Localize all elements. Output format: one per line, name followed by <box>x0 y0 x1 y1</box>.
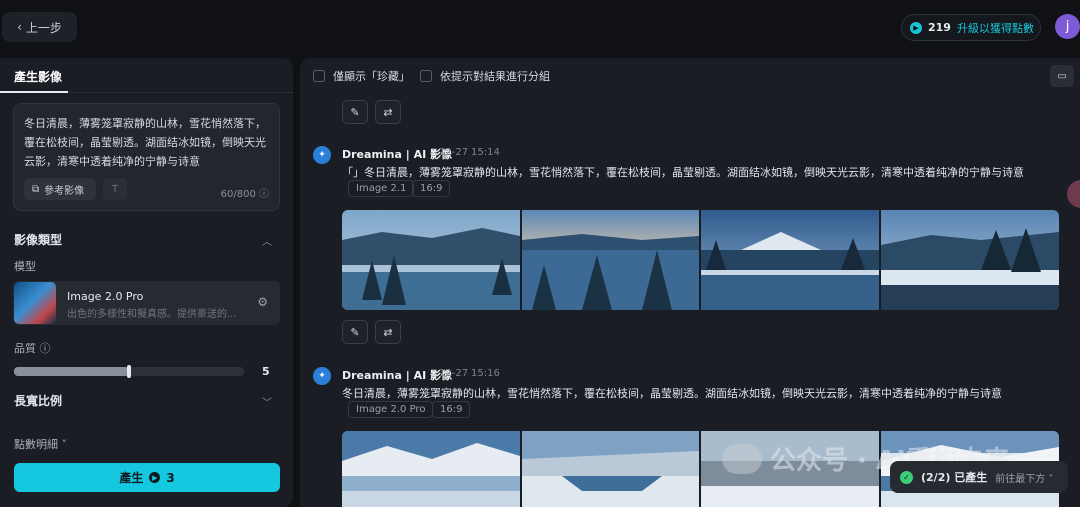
tab-active-indicator <box>0 91 68 93</box>
model-name: Image 2.0 Pro <box>67 290 144 303</box>
chevron-down-icon: ˅ <box>61 438 68 451</box>
favorites-checkbox[interactable] <box>313 70 325 82</box>
group-filter[interactable]: 依提示對結果進行分組 <box>420 68 550 84</box>
generation-status-toast[interactable]: ✓ (2/2) 已產生 前往最下方 ˅ <box>890 461 1068 493</box>
check-circle-icon: ✓ <box>900 470 913 484</box>
generation-time: 15:16 <box>471 368 500 379</box>
model-description: 出色的多樣性和擬真感。提供豪送的... <box>67 309 237 320</box>
go-to-bottom-link[interactable]: 前往最下方 ˅ <box>995 470 1053 485</box>
quality-slider-fill <box>14 367 129 376</box>
chevron-down-icon[interactable]: ﹀ <box>262 394 272 409</box>
tab-generate-image[interactable]: 產生影像 <box>14 68 62 85</box>
top-bar: ‹ 上一步 ▶ 219 升級以獲得點數 j <box>0 0 1080 56</box>
back-button[interactable]: ‹ 上一步 <box>2 12 77 42</box>
ratio-tag: 16:9 <box>412 180 451 197</box>
image-icon: ⧉ <box>32 183 40 195</box>
coin-icon: ▶ <box>149 472 161 483</box>
generation-title: Dreamina | AI 影像 <box>342 369 453 382</box>
generation-prompt: 冬日清晨，薄雾笼罩寂静的山林，雪花悄然落下，覆在松枝间，晶莹剔透。湖面结冰如镜，… <box>342 387 1002 400</box>
generation-date: 12-27 <box>439 147 469 158</box>
group-checkbox[interactable] <box>420 70 432 82</box>
model-tag: Image 2.0 Pro <box>348 401 434 418</box>
generate-panel: 產生影像 冬日清晨，薄雾笼罩寂静的山林，雪花悄然落下，覆在松枝间，晶莹剔透。湖面… <box>0 58 293 507</box>
image-type-heading: 影像類型 <box>14 233 63 247</box>
generation-prompt: 「」冬日清晨，薄雾笼罩寂静的山林，雪花悄然落下，覆在松枝间，晶莹剔透。湖面结冰如… <box>342 166 1024 179</box>
model-label: 模型 <box>14 260 36 273</box>
points-pill[interactable]: ▶ 219 升級以獲得點數 <box>901 14 1041 41</box>
points-detail-label: 點數明細 <box>14 438 58 451</box>
prompt-input[interactable]: 冬日清晨，薄雾笼罩寂静的山林，雪花悄然落下，覆在松枝间，晶莹剔透。湖面结冰如镜，… <box>13 103 280 211</box>
generation-title: Dreamina | AI 影像 <box>342 148 453 161</box>
model-thumbnail <box>14 282 56 324</box>
generated-image[interactable] <box>701 210 879 310</box>
chevron-down-icon: ˅ <box>1048 473 1054 485</box>
chevron-left-icon: ‹ <box>17 20 22 34</box>
model-selector[interactable]: Image 2.0 Pro 出色的多樣性和擬真感。提供豪送的... ⚙ <box>13 281 280 325</box>
upgrade-link[interactable]: 升級以獲得點數 <box>957 20 1034 36</box>
ratio-tag: 16:9 <box>432 401 471 418</box>
char-count-value: 60/800 <box>220 189 256 200</box>
points-count: 219 <box>928 21 951 34</box>
generation-time: 15:14 <box>471 147 500 158</box>
generated-image[interactable] <box>342 210 520 310</box>
reference-image-label: 參考影像 <box>44 185 85 197</box>
status-text: (2/2) 已產生 <box>921 471 988 484</box>
quality-label: 品質 ⓘ <box>14 340 51 356</box>
aspect-ratio-heading: 長寬比例 <box>14 394 63 408</box>
dreamina-logo-icon: ✦ <box>313 367 331 385</box>
generate-button[interactable]: 產生 ▶ 3 <box>14 463 280 492</box>
points-detail-toggle[interactable]: 點數明細 ˅ <box>14 436 67 452</box>
quality-label-text: 品質 <box>14 342 36 355</box>
edit-icon[interactable]: ✎ <box>342 100 368 124</box>
folder-icon[interactable]: ▭ <box>1050 65 1074 87</box>
sliders-icon[interactable]: ⚙ <box>257 295 268 309</box>
generation-date: 12-27 <box>439 368 469 379</box>
info-icon: ⓘ <box>39 342 51 355</box>
generated-image[interactable] <box>522 431 699 507</box>
dreamina-logo-icon: ✦ <box>313 146 331 164</box>
regenerate-icon[interactable]: ⇄ <box>375 100 401 124</box>
prompt-text[interactable]: 冬日清晨，薄雾笼罩寂静的山林，雪花悄然落下，覆在松枝间，晶莹剔透。湖面结冰如镜，… <box>24 114 269 171</box>
reference-image-button[interactable]: ⧉ 參考影像 <box>24 178 96 200</box>
wechat-icon <box>722 443 762 474</box>
quality-slider-handle[interactable] <box>127 365 131 378</box>
avatar[interactable]: j <box>1055 14 1080 39</box>
back-label: 上一步 <box>25 20 62 35</box>
chevron-up-icon[interactable]: ︿ <box>262 233 272 248</box>
coin-icon: ▶ <box>910 21 922 34</box>
favorites-filter[interactable]: 僅顯示「珍藏」 <box>313 68 410 84</box>
model-tag: Image 2.1 <box>348 180 415 197</box>
regenerate-icon[interactable]: ⇄ <box>375 320 401 344</box>
generate-label: 產生 <box>119 471 144 485</box>
quality-slider[interactable] <box>14 365 244 378</box>
group-filter-label: 依提示對結果進行分組 <box>440 70 550 83</box>
text-style-button[interactable]: T <box>103 178 127 200</box>
char-count: 60/800 ⓘ <box>221 185 269 200</box>
info-icon: ⓘ <box>259 189 269 200</box>
edit-icon[interactable]: ✎ <box>342 320 368 344</box>
quality-value: 5 <box>262 365 270 378</box>
generated-image[interactable] <box>881 210 1059 310</box>
favorites-filter-label: 僅顯示「珍藏」 <box>333 70 410 83</box>
generate-cost: 3 <box>166 470 175 485</box>
go-to-bottom-label: 前往最下方 <box>995 473 1046 485</box>
generated-image[interactable] <box>342 431 520 507</box>
generated-image[interactable] <box>522 210 699 310</box>
